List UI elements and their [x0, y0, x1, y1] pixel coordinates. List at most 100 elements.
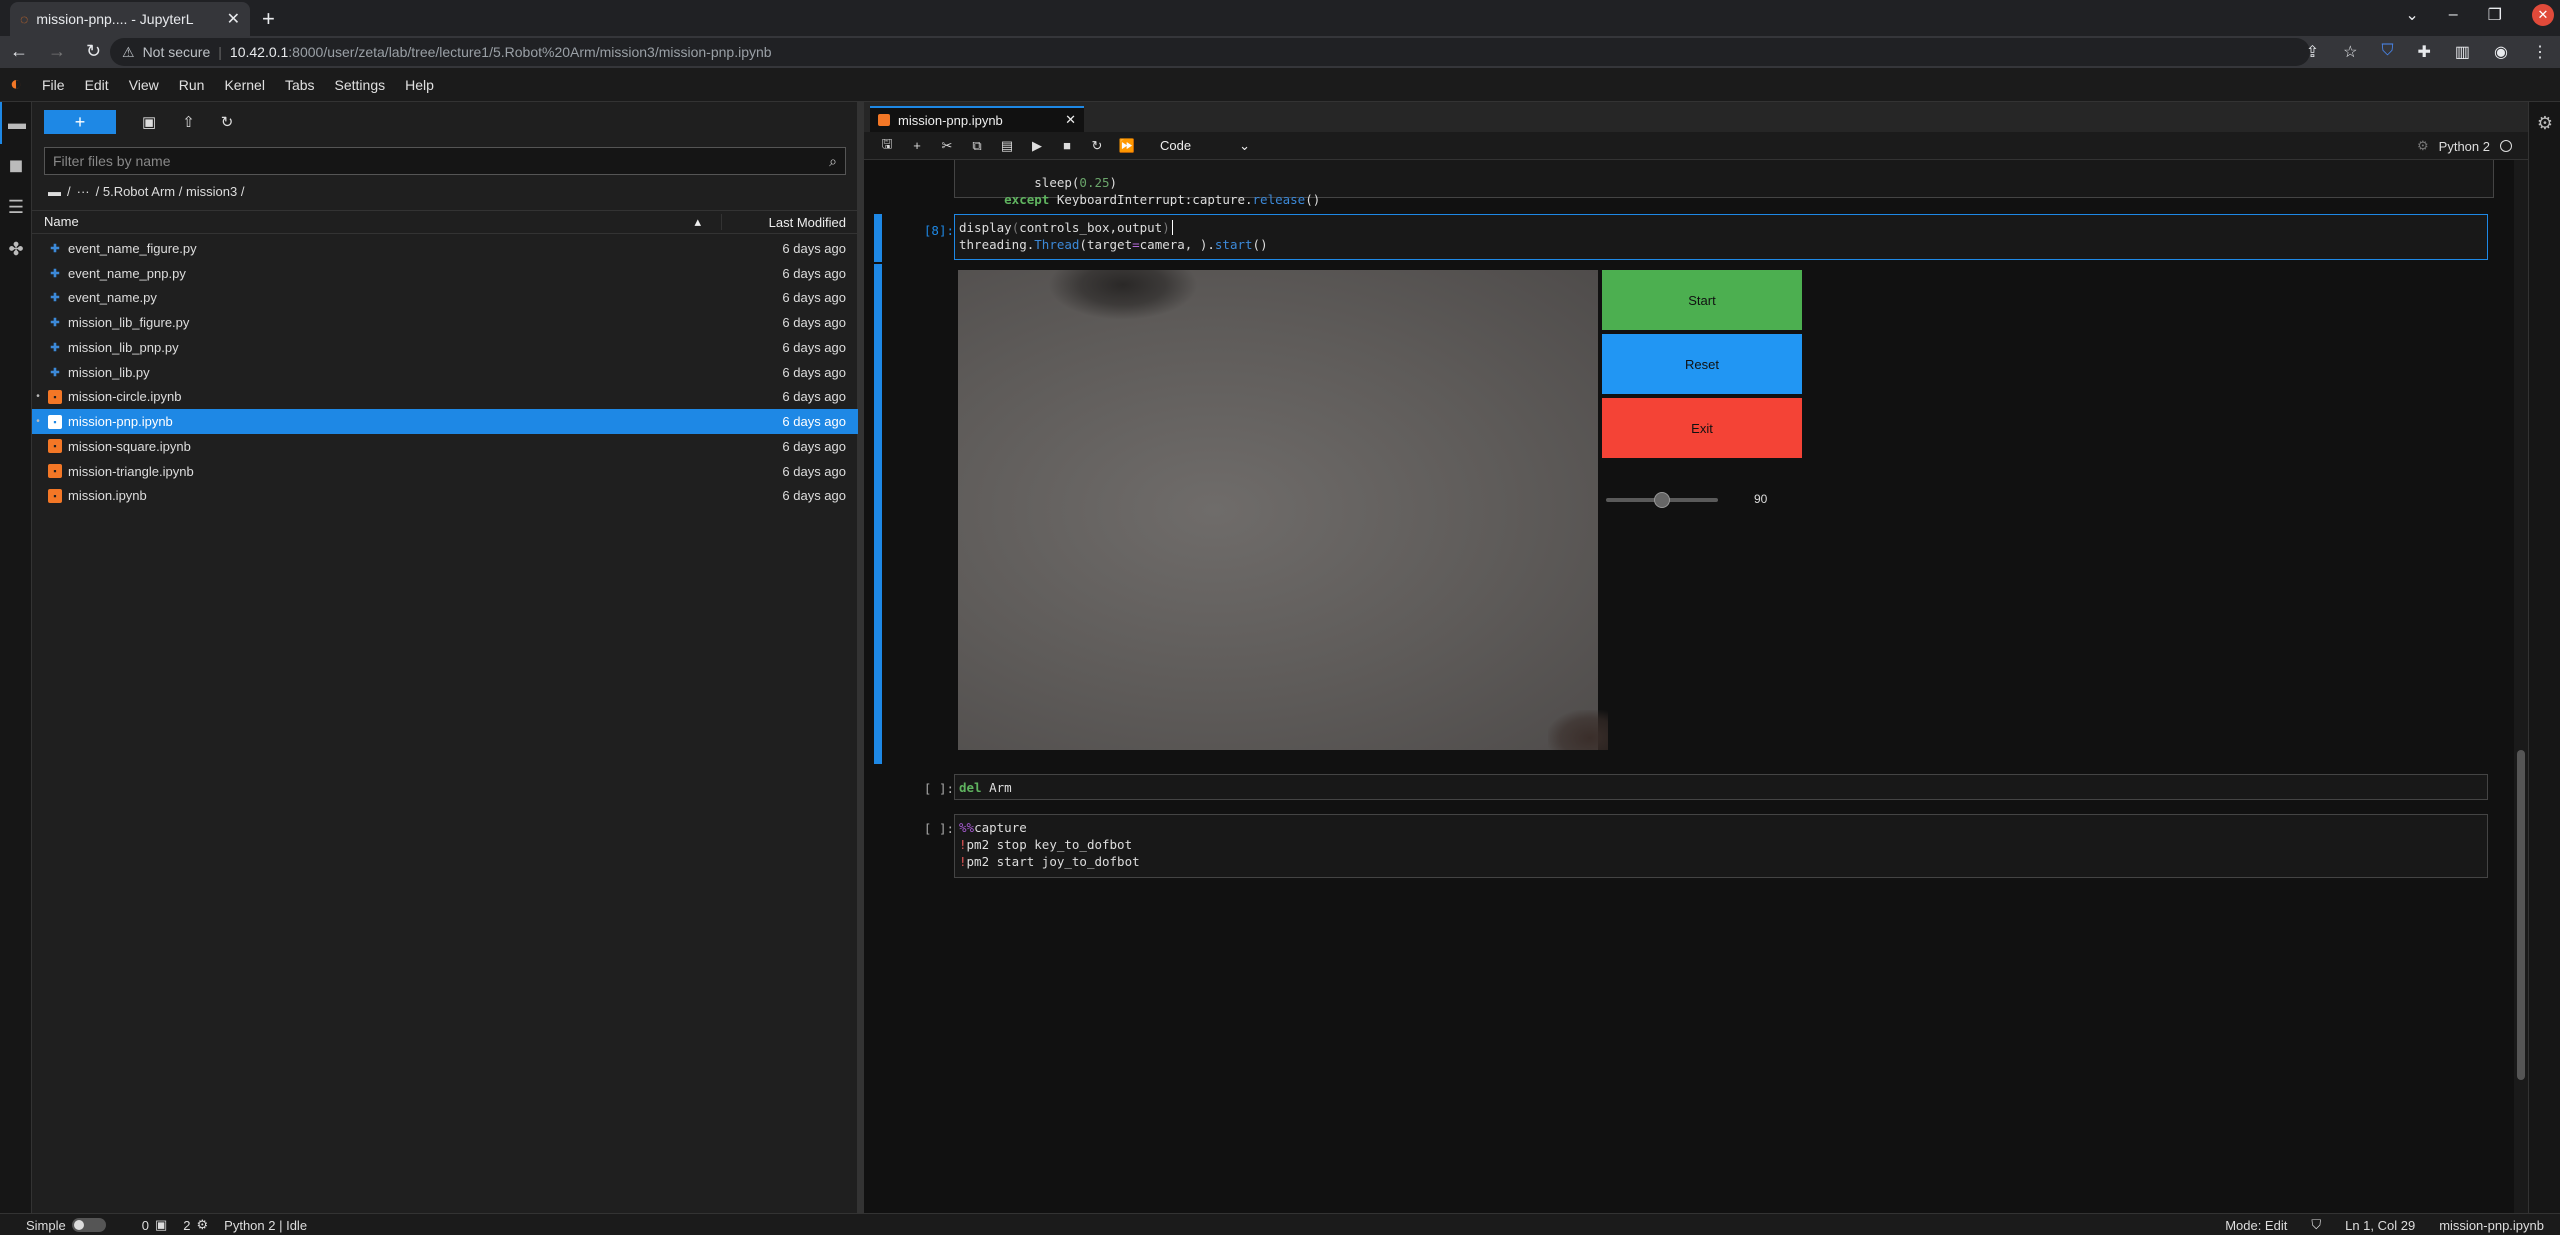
menu-tabs[interactable]: Tabs [275, 77, 325, 93]
restore-icon[interactable]: ❐ [2488, 5, 2502, 25]
shield-extension-icon[interactable]: ⛉ [2381, 42, 2393, 62]
extension-manager-icon[interactable]: ✤ [0, 228, 32, 270]
slider-handle[interactable] [1654, 492, 1670, 508]
cut-icon[interactable]: ✂ [932, 138, 962, 154]
breadcrumb: ▬ / ··· / 5.Robot Arm / mission3 / [48, 184, 244, 199]
forward-icon[interactable]: → [48, 41, 66, 62]
new-folder-icon[interactable]: ▣ [142, 113, 156, 131]
running-sessions-icon[interactable]: ◼ [0, 144, 32, 186]
bookmark-star-icon[interactable]: ☆ [2343, 42, 2357, 62]
exit-button[interactable]: Exit [1602, 398, 1802, 458]
menu-help[interactable]: Help [395, 77, 444, 93]
menu-file[interactable]: File [32, 77, 75, 93]
close-tab-icon[interactable]: ✕ [227, 9, 240, 29]
scrollbar-thumb[interactable] [2517, 750, 2525, 1080]
paste-icon[interactable]: ▤ [992, 138, 1022, 154]
insert-cell-icon[interactable]: + [902, 138, 932, 153]
file-list-item[interactable]: ▪ mission-square.ipynb 6 days ago [32, 434, 858, 459]
cell-type-select[interactable]: Code ⌄ [1160, 138, 1250, 154]
browser-tab[interactable]: ◌ mission-pnp.... - JupyterL ✕ [10, 2, 250, 36]
menu-kernel[interactable]: Kernel [214, 77, 274, 93]
run-icon[interactable]: ▶ [1022, 138, 1052, 154]
kebab-menu-icon[interactable]: ⋮ [2532, 42, 2548, 62]
column-name[interactable]: Name ▴ [32, 214, 722, 230]
left-activity-bar: ▬ ◼ ☰ ✤ [0, 102, 32, 1213]
menu-view[interactable]: View [119, 77, 169, 93]
fast-forward-icon[interactable]: ⏩ [1112, 138, 1142, 154]
reset-button[interactable]: Reset [1602, 334, 1802, 394]
upload-icon[interactable]: ⇧ [182, 113, 195, 131]
copy-icon[interactable]: ⧉ [962, 138, 992, 154]
file-name: event_name_figure.py [68, 240, 197, 256]
kernel-status[interactable]: Python 2 | Idle [224, 1218, 307, 1233]
start-button[interactable]: Start [1602, 270, 1802, 330]
share-icon[interactable]: ⇪ [2306, 42, 2319, 62]
file-list-item[interactable]: ✚ mission_lib_pnp.py 6 days ago [32, 335, 858, 360]
sidebar-icon[interactable]: ▥ [2455, 42, 2470, 62]
close-window-icon[interactable]: ✕ [2532, 4, 2554, 26]
breadcrumb-ellipsis[interactable]: ··· [77, 184, 90, 199]
code-editor[interactable]: display(controls_box,output) threading.T… [954, 214, 2488, 260]
new-launcher-button[interactable]: + [44, 110, 116, 134]
file-list-item[interactable]: ✚ mission_lib.py 6 days ago [32, 360, 858, 385]
simple-mode-toggle[interactable] [71, 1218, 106, 1232]
running-indicator-icon: • [36, 391, 40, 403]
refresh-icon[interactable]: ↻ [221, 113, 234, 131]
file-list-item[interactable]: ▪ mission-triangle.ipynb 6 days ago [32, 459, 858, 484]
file-list-item[interactable]: ✚ event_name.py 6 days ago [32, 286, 858, 311]
file-list-item[interactable]: • ▪ mission-circle.ipynb 6 days ago [32, 385, 858, 410]
file-name: mission_lib_figure.py [68, 315, 190, 331]
property-inspector-icon[interactable]: ⚙ [2529, 102, 2560, 144]
cursor-position[interactable]: Ln 1, Col 29 [2345, 1218, 2415, 1233]
kernel-indicator[interactable]: ⚙ Python 2 [2417, 138, 2512, 154]
restart-icon[interactable]: ↻ [1082, 138, 1112, 154]
output-collapser[interactable] [874, 264, 882, 764]
active-code-cell[interactable]: [8]: display(controls_box,output) thread… [874, 214, 2504, 262]
bug-icon[interactable]: ⚙ [2417, 138, 2429, 154]
terminal-icon: ▣ [154, 1217, 168, 1232]
code-cell[interactable]: [ ]: %%capture !pm2 stop key_to_dofbot !… [874, 814, 2504, 878]
notebook-tab[interactable]: mission-pnp.ipynb ✕ [870, 106, 1084, 132]
document-tab-bar: mission-pnp.ipynb ✕ [864, 102, 2528, 132]
current-filename: mission-pnp.ipynb [2439, 1217, 2544, 1233]
save-icon[interactable]: 🖫 [872, 135, 902, 157]
notebook-panel: mission-pnp.ipynb ✕ 🖫 + ✂ ⧉ ▤ ▶ ■ ↻ ⏩ Co… [864, 102, 2528, 1213]
menu-run[interactable]: Run [169, 77, 215, 93]
tab-search-icon[interactable]: ⌄ [2405, 5, 2418, 25]
stop-icon[interactable]: ■ [1052, 138, 1082, 153]
trusted-shield-icon[interactable]: ⛉ [2311, 1217, 2321, 1233]
url-host: 10.42.0.1 [229, 44, 289, 60]
folder-icon[interactable]: ▬ [0, 102, 32, 144]
kernel-count[interactable]: 2 [183, 1218, 190, 1233]
filter-input[interactable] [53, 153, 830, 169]
file-list-item[interactable]: ✚ event_name_figure.py 6 days ago [32, 236, 858, 261]
notebook-scrollbar[interactable] [2514, 160, 2528, 1213]
reload-icon[interactable]: ↻ [86, 41, 101, 62]
new-tab-icon[interactable]: + [262, 6, 275, 32]
breadcrumb-path[interactable]: / 5.Robot Arm / mission3 / [96, 184, 245, 199]
close-tab-icon[interactable]: ✕ [1065, 112, 1076, 128]
file-list-item[interactable]: ✚ mission_lib_figure.py 6 days ago [32, 310, 858, 335]
file-list-item[interactable]: ✚ event_name_pnp.py 6 days ago [32, 261, 858, 286]
minimize-icon[interactable]: – [2449, 6, 2458, 24]
file-list-item[interactable]: ▪ mission.ipynb 6 days ago [32, 484, 858, 509]
code-cell[interactable]: [ ]: del Arm [874, 774, 2504, 802]
file-list-item[interactable]: • ▪ mission-pnp.ipynb 6 days ago [32, 409, 858, 434]
profile-avatar-icon[interactable]: ◉ [2494, 42, 2508, 62]
code-cell[interactable]: sleep(0.25) except KeyboardInterrupt:cap… [954, 160, 2494, 206]
menu-edit[interactable]: Edit [75, 77, 119, 93]
servo-slider[interactable]: 90 [1606, 490, 1806, 510]
table-of-contents-icon[interactable]: ☰ [0, 186, 32, 228]
column-last-modified[interactable]: Last Modified [722, 215, 858, 230]
breadcrumb-root[interactable]: / [67, 184, 71, 199]
address-bar[interactable]: ⚠ Not secure | 10.42.0.1:8000/user/zeta/… [110, 38, 2310, 66]
extensions-icon[interactable]: ✚ [2418, 42, 2431, 62]
menu-settings[interactable]: Settings [325, 77, 396, 93]
back-icon[interactable]: ← [10, 41, 28, 62]
terminal-count[interactable]: 0 [142, 1218, 149, 1233]
breadcrumb-folder-icon[interactable]: ▬ [48, 184, 61, 199]
cell-collapser[interactable] [874, 214, 882, 262]
filter-field[interactable]: ⌕ [44, 147, 846, 175]
code-editor[interactable]: %%capture !pm2 stop key_to_dofbot !pm2 s… [954, 814, 2488, 878]
code-editor[interactable]: del Arm [954, 774, 2488, 800]
